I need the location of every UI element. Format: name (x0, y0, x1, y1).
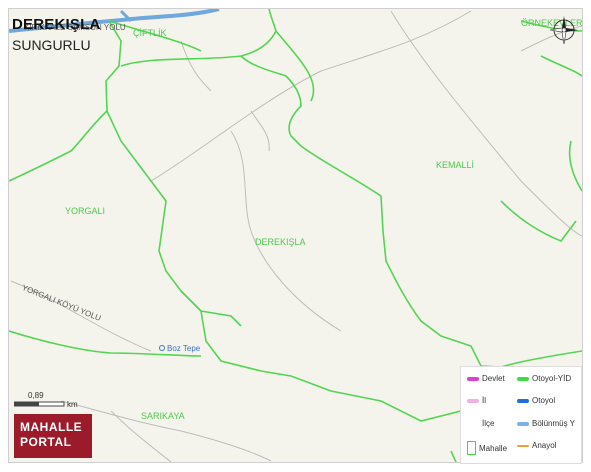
legend-swatch-icon (467, 441, 476, 455)
map-viewport[interactable]: ÇİFTLİK ÖRNEKEVLER KEMALLİ YORGALI DEREK… (0, 0, 591, 472)
scale-bar (14, 401, 65, 407)
place-label-kemalli: KEMALLİ (436, 160, 475, 170)
place-label-yorgali: YORGALI (65, 206, 106, 216)
logo-line-1: MAHALLE (20, 420, 83, 434)
poi-boz-tepe[interactable]: Boz Tepe (159, 344, 200, 353)
compass-icon (549, 16, 578, 45)
legend-swatch-icon (517, 421, 529, 426)
legend-swatch-icon (467, 398, 479, 403)
legend-item-anayol: Anayol (517, 441, 556, 450)
scale-value: 0,89 (28, 391, 44, 400)
map-legend: Devlet Otoyol-YİD İl Otoyol İlçe Bölünmü… (460, 366, 582, 464)
map-subtitle: SUNGURLU (12, 37, 91, 53)
legend-item-devlet: Devlet (467, 374, 505, 383)
legend-item-ilce: İlçe (467, 419, 494, 428)
logo-line-2: PORTAL (20, 435, 72, 449)
legend-item-mahalle: Mahalle (467, 441, 507, 455)
place-label-derekisla: DEREKIŞLA (255, 237, 306, 247)
place-label-ciftlik: ÇİFTLİK (133, 28, 167, 38)
place-label-sarikaya: SARIKAYA (141, 411, 185, 421)
legend-item-otoyol-yid: Otoyol-YİD (517, 374, 571, 383)
legend-item-bolunmus: Bölünmüş Y (517, 419, 575, 428)
legend-swatch-icon (517, 376, 529, 381)
scale-unit: km (67, 400, 78, 409)
legend-swatch-icon (467, 376, 479, 381)
legend-swatch-icon (467, 421, 479, 426)
poi-marker-icon (159, 345, 165, 351)
mahalle-portal-logo[interactable]: MAHALLE PORTAL (14, 414, 92, 458)
legend-swatch-icon (517, 444, 529, 447)
map-title: DEREKIŞLA (12, 16, 101, 33)
legend-item-otoyol: Otoyol (517, 396, 555, 405)
legend-item-il: İl (467, 396, 486, 405)
poi-label: Boz Tepe (167, 344, 201, 353)
legend-swatch-icon (517, 398, 529, 403)
